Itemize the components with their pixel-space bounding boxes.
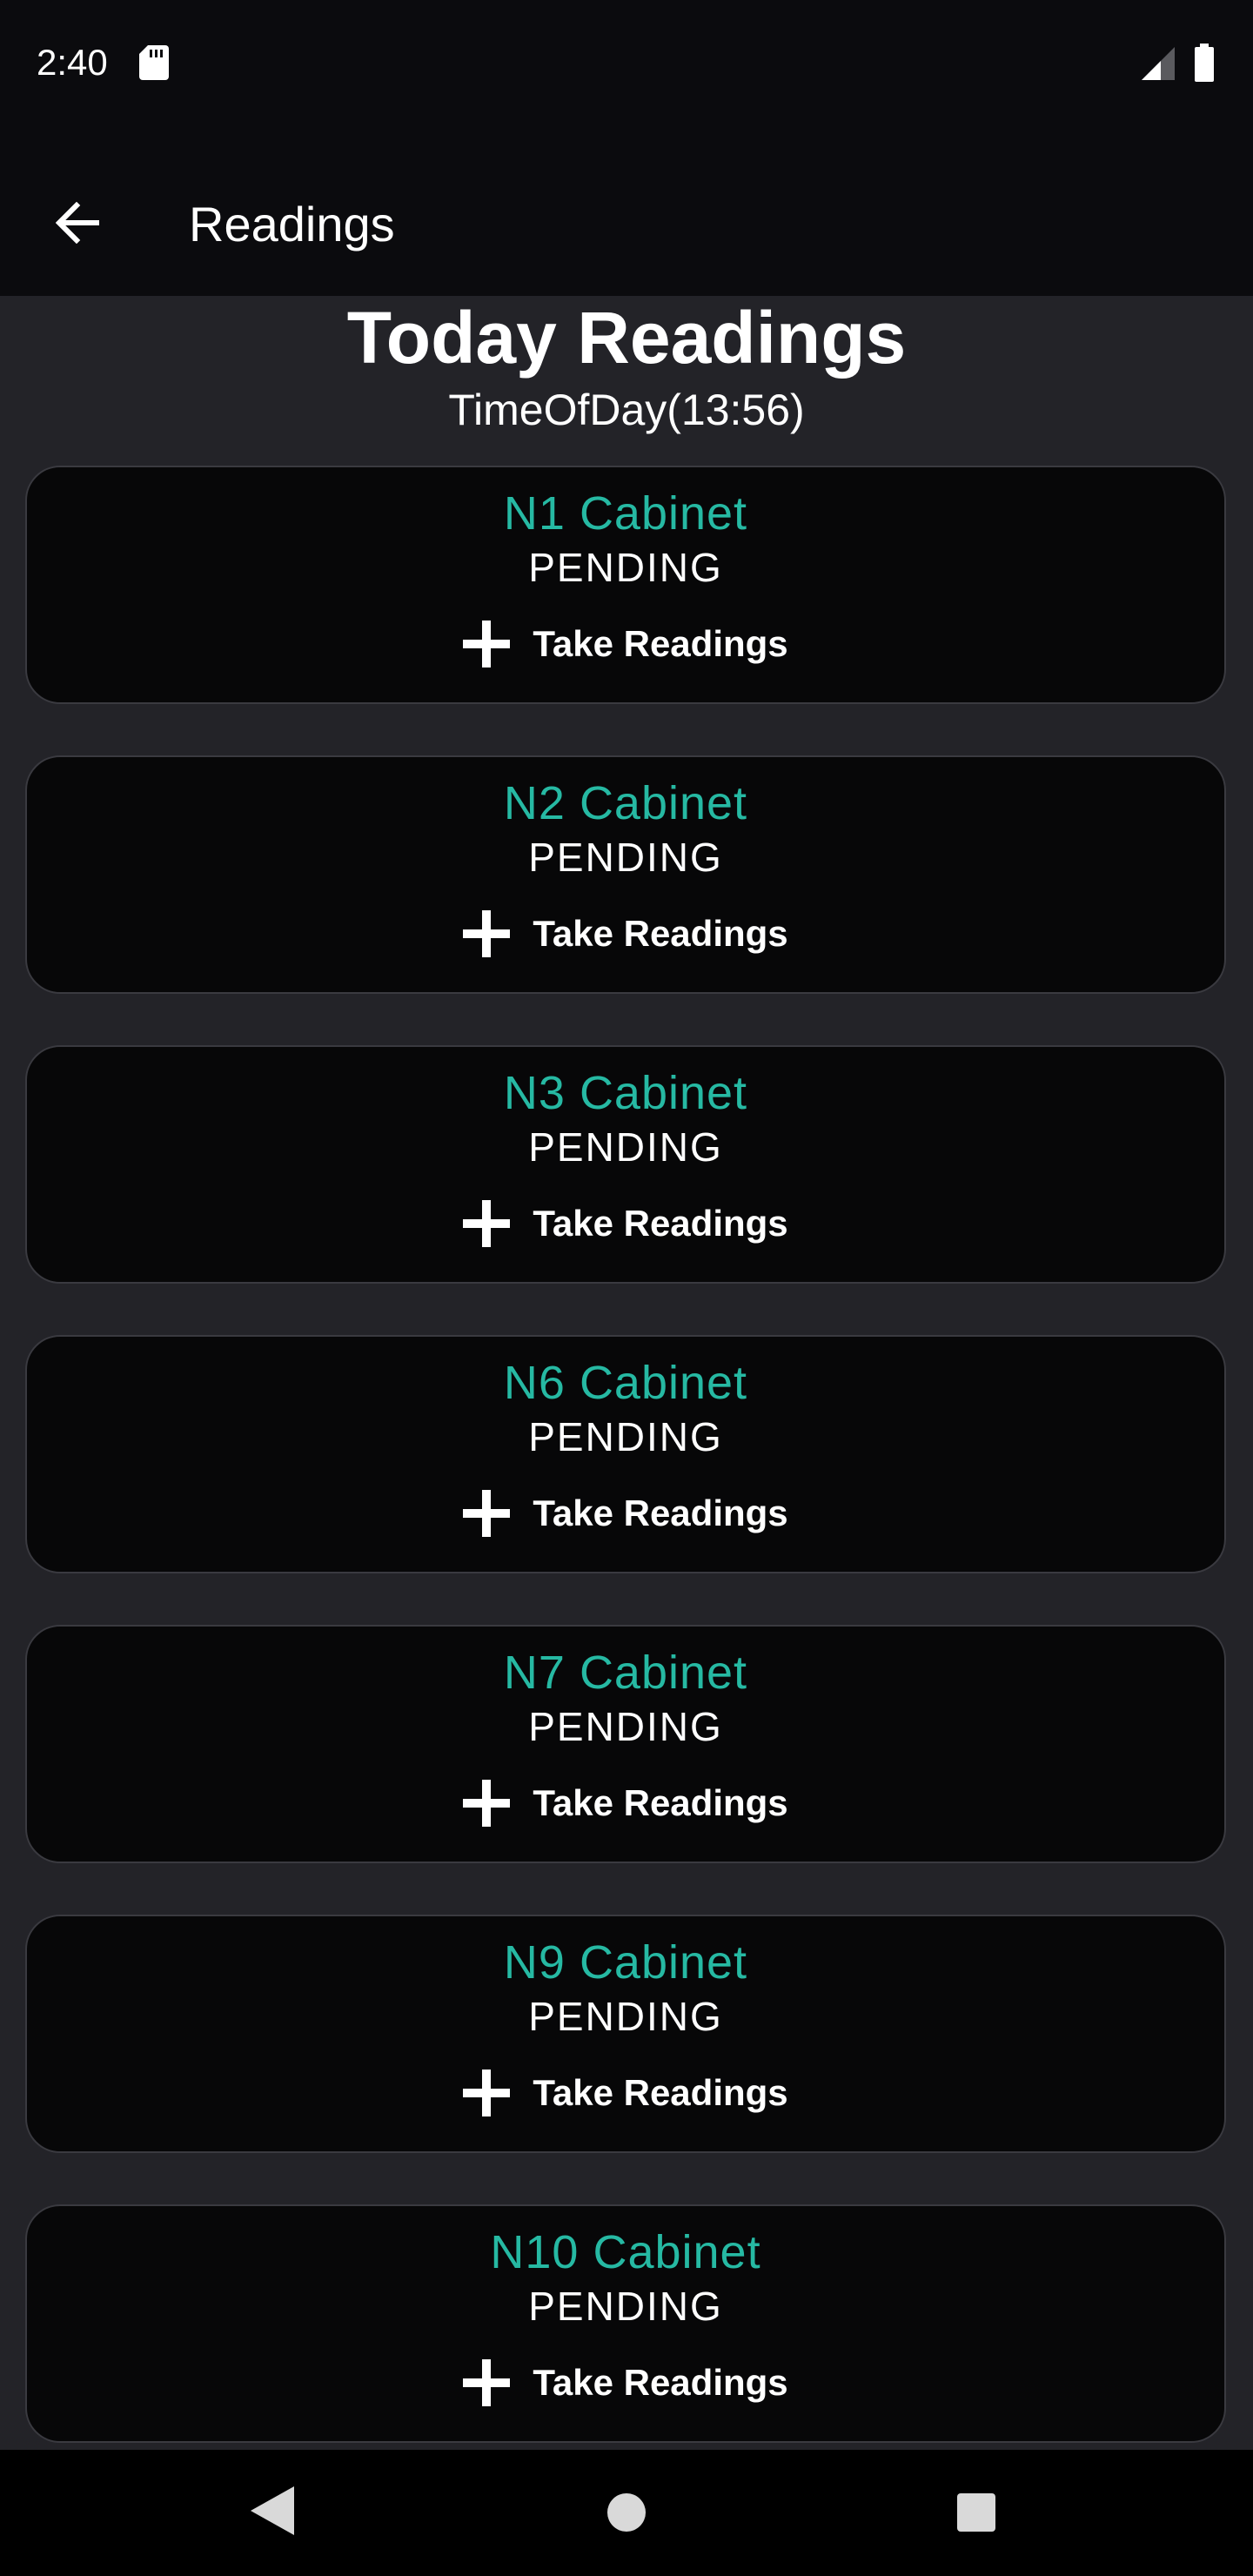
status-time: 2:40 — [37, 42, 108, 83]
cabinet-status: PENDING — [528, 835, 723, 880]
plus-icon — [463, 1780, 511, 1827]
plus-icon — [463, 2359, 511, 2406]
plus-icon — [463, 1490, 511, 1537]
arrow-left-icon — [56, 202, 99, 244]
page-title: Today Readings — [346, 297, 907, 379]
take-readings-label: Take Readings — [533, 1203, 788, 1244]
cabinet-status: PENDING — [528, 1124, 723, 1170]
take-readings-button[interactable]: Take Readings — [27, 2063, 1224, 2123]
system-nav-bar — [0, 2450, 1253, 2576]
take-readings-label: Take Readings — [533, 1493, 788, 1533]
plus-icon — [463, 910, 511, 957]
cabinet-status: PENDING — [528, 2284, 723, 2329]
app-bar-title: Readings — [189, 197, 395, 252]
cabinet-card: N7 Cabinet PENDING Take Readings — [25, 1625, 1226, 1863]
battery-icon — [1195, 44, 1214, 82]
take-readings-button[interactable]: Take Readings — [27, 614, 1224, 674]
cabinet-name: N1 Cabinet — [503, 487, 748, 540]
cabinet-status: PENDING — [528, 1994, 723, 2039]
cabinet-list: N1 Cabinet PENDING Take Readings N2 Cabi… — [25, 466, 1228, 2494]
cabinet-name: N9 Cabinet — [503, 1936, 748, 1989]
cabinet-name: N2 Cabinet — [503, 777, 748, 829]
cabinet-card: N6 Cabinet PENDING Take Readings — [25, 1335, 1226, 1573]
sd-card-icon — [139, 45, 169, 80]
cabinet-card: N2 Cabinet PENDING Take Readings — [25, 755, 1226, 994]
plus-icon — [463, 2070, 511, 2116]
cabinet-card: N1 Cabinet PENDING Take Readings — [25, 466, 1226, 704]
app-bar: Readings — [0, 148, 1253, 296]
time-of-day-subtitle: TimeOfDay(13:56) — [448, 386, 805, 434]
cabinet-card: N3 Cabinet PENDING Take Readings — [25, 1045, 1226, 1284]
signal-icon — [1142, 47, 1175, 80]
plus-icon — [463, 1200, 511, 1247]
take-readings-button[interactable]: Take Readings — [27, 1193, 1224, 1254]
take-readings-label: Take Readings — [533, 2362, 788, 2403]
cabinet-status: PENDING — [528, 545, 723, 590]
cabinet-name: N7 Cabinet — [503, 1647, 748, 1699]
cabinet-name: N6 Cabinet — [503, 1357, 748, 1409]
cabinet-status: PENDING — [528, 1414, 723, 1459]
take-readings-label: Take Readings — [533, 1782, 788, 1823]
cabinet-name: N10 Cabinet — [490, 2226, 761, 2278]
take-readings-label: Take Readings — [533, 2072, 788, 2113]
nav-back-icon[interactable] — [251, 2486, 294, 2535]
cabinet-card: N10 Cabinet PENDING Take Readings — [25, 2204, 1226, 2443]
nav-home-icon[interactable] — [607, 2493, 646, 2532]
take-readings-button[interactable]: Take Readings — [27, 1773, 1224, 1834]
cabinet-status: PENDING — [528, 1704, 723, 1749]
take-readings-button[interactable]: Take Readings — [27, 903, 1224, 964]
nav-recents-icon[interactable] — [957, 2493, 995, 2532]
status-bar: 2:40 — [0, 0, 1253, 148]
take-readings-button[interactable]: Take Readings — [27, 2352, 1224, 2413]
plus-icon — [463, 621, 511, 667]
take-readings-button[interactable]: Take Readings — [27, 1483, 1224, 1544]
cabinet-name: N3 Cabinet — [503, 1067, 748, 1119]
cabinet-card: N9 Cabinet PENDING Take Readings — [25, 1915, 1226, 2153]
back-button[interactable] — [35, 179, 122, 266]
take-readings-label: Take Readings — [533, 913, 788, 954]
take-readings-label: Take Readings — [533, 623, 788, 664]
